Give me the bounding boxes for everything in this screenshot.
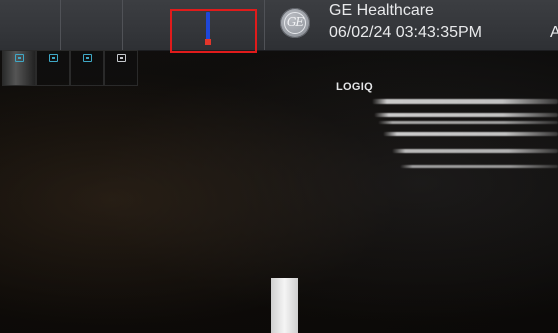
reflection-streak [383,132,558,136]
white-bar [271,278,298,333]
image-thumbnail-icon [49,54,58,62]
probe-indicator-highlight [170,9,257,53]
probe-position-icon [206,12,210,40]
status-bar-segment [60,0,123,50]
status-bar: GE GE Healthcare 06/02/24 03:43:35PM A [0,0,558,51]
brand-label: LOGIQ [336,81,373,93]
status-bar-segment [0,0,61,50]
ge-monogram-icon: GE [280,8,310,38]
reflection-streak [392,149,558,153]
image-thumbnail[interactable] [104,50,138,86]
image-thumbnail-icon [117,54,126,62]
reflection-streak [372,99,558,104]
image-thumbnail[interactable] [70,50,104,86]
reflection-streak [378,121,558,124]
probe-marker [205,39,211,45]
image-thumbnail[interactable] [36,50,70,86]
image-thumbnail-icon [15,54,24,62]
image-thumbnail[interactable] [2,50,36,86]
reflection-streak [400,165,558,168]
thumbnail-strip [2,50,140,86]
reflection-streak [374,113,558,117]
date-time: 06/02/24 03:43:35PM [329,24,483,41]
image-thumbnail-icon [83,54,92,62]
ultrasound-screen: GE GE Healthcare 06/02/24 03:43:35PM A L… [0,0,558,333]
company-name: GE Healthcare [329,2,434,19]
logo-monogram: GE [286,15,304,29]
cut-off-label: A [550,24,558,41]
